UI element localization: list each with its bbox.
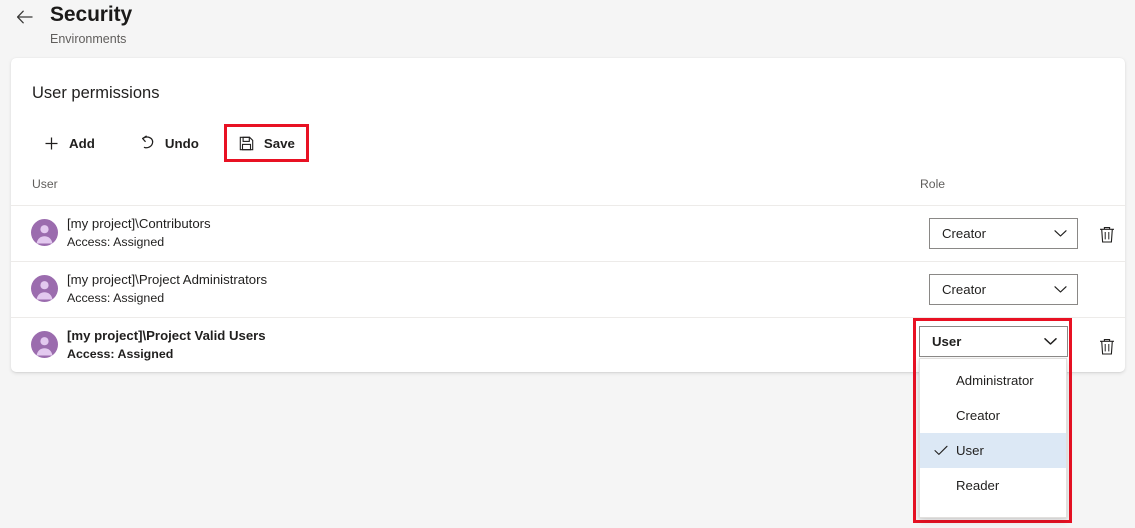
column-header-user: User (32, 177, 58, 191)
user-access: Access: Assigned (67, 291, 165, 305)
user-name: [my project]\Project Administrators (67, 272, 268, 287)
role-dropdown-value: User (932, 334, 962, 349)
checkmark-icon (932, 445, 950, 456)
undo-button[interactable]: Undo (128, 126, 210, 160)
role-dropdown-row-3[interactable]: User (919, 326, 1068, 357)
save-button-label: Save (263, 135, 295, 151)
delete-row-button[interactable] (1098, 225, 1116, 244)
column-header-role: Role (920, 177, 946, 191)
table-row[interactable]: [my project]\Contributors Access: Assign… (11, 206, 1125, 261)
group-avatar-icon (31, 219, 58, 246)
role-option-label: Reader (956, 478, 1000, 493)
add-button[interactable]: Add (32, 126, 106, 160)
group-avatar-icon (31, 331, 58, 358)
role-option-label: Creator (956, 408, 1000, 423)
table-row[interactable]: [my project]\Project Administrators Acce… (11, 262, 1125, 317)
table-header: User Role (11, 171, 1125, 201)
plus-icon (43, 135, 60, 152)
delete-row-button[interactable] (1098, 337, 1116, 356)
back-arrow-icon[interactable] (14, 6, 36, 28)
role-dropdown-menu: Administrator Creator User Reader (919, 358, 1067, 518)
page-title: Security (50, 3, 133, 26)
command-toolbar: Add Undo Save (32, 123, 309, 163)
role-dropdown-value: Creator (942, 282, 986, 297)
role-option-label: Administrator (956, 373, 1034, 388)
page-header: Security Environments (0, 0, 1135, 58)
header-titles: Security Environments (50, 2, 132, 47)
save-floppy-icon (238, 135, 255, 152)
chevron-down-icon (1054, 229, 1067, 238)
role-option-creator[interactable]: Creator (920, 398, 1066, 433)
user-names: [my project]\Project Administrators Acce… (67, 270, 267, 307)
undo-icon (139, 135, 156, 152)
role-option-administrator[interactable]: Administrator (920, 363, 1066, 398)
role-dropdown-row-1[interactable]: Creator (929, 218, 1078, 249)
user-access: Access: Assigned (67, 347, 174, 361)
user-name: [my project]\Project Valid Users (67, 328, 266, 343)
undo-button-label: Undo (164, 135, 199, 151)
chevron-down-icon (1054, 285, 1067, 294)
role-option-reader[interactable]: Reader (920, 468, 1066, 503)
group-avatar-icon (31, 275, 58, 302)
save-button[interactable]: Save (223, 124, 309, 162)
user-access: Access: Assigned (67, 235, 165, 249)
page-subtitle: Environments (50, 32, 127, 46)
user-name: [my project]\Contributors (67, 216, 211, 231)
chevron-down-icon (1044, 337, 1057, 346)
role-option-label: User (956, 443, 984, 458)
role-dropdown-value: Creator (942, 226, 986, 241)
role-dropdown-row-2[interactable]: Creator (929, 274, 1078, 305)
user-names: [my project]\Project Valid Users Access:… (67, 326, 266, 363)
add-button-label: Add (69, 135, 95, 151)
role-option-user[interactable]: User (920, 433, 1066, 468)
card-title: User permissions (32, 84, 160, 102)
user-names: [my project]\Contributors Access: Assign… (67, 214, 211, 251)
